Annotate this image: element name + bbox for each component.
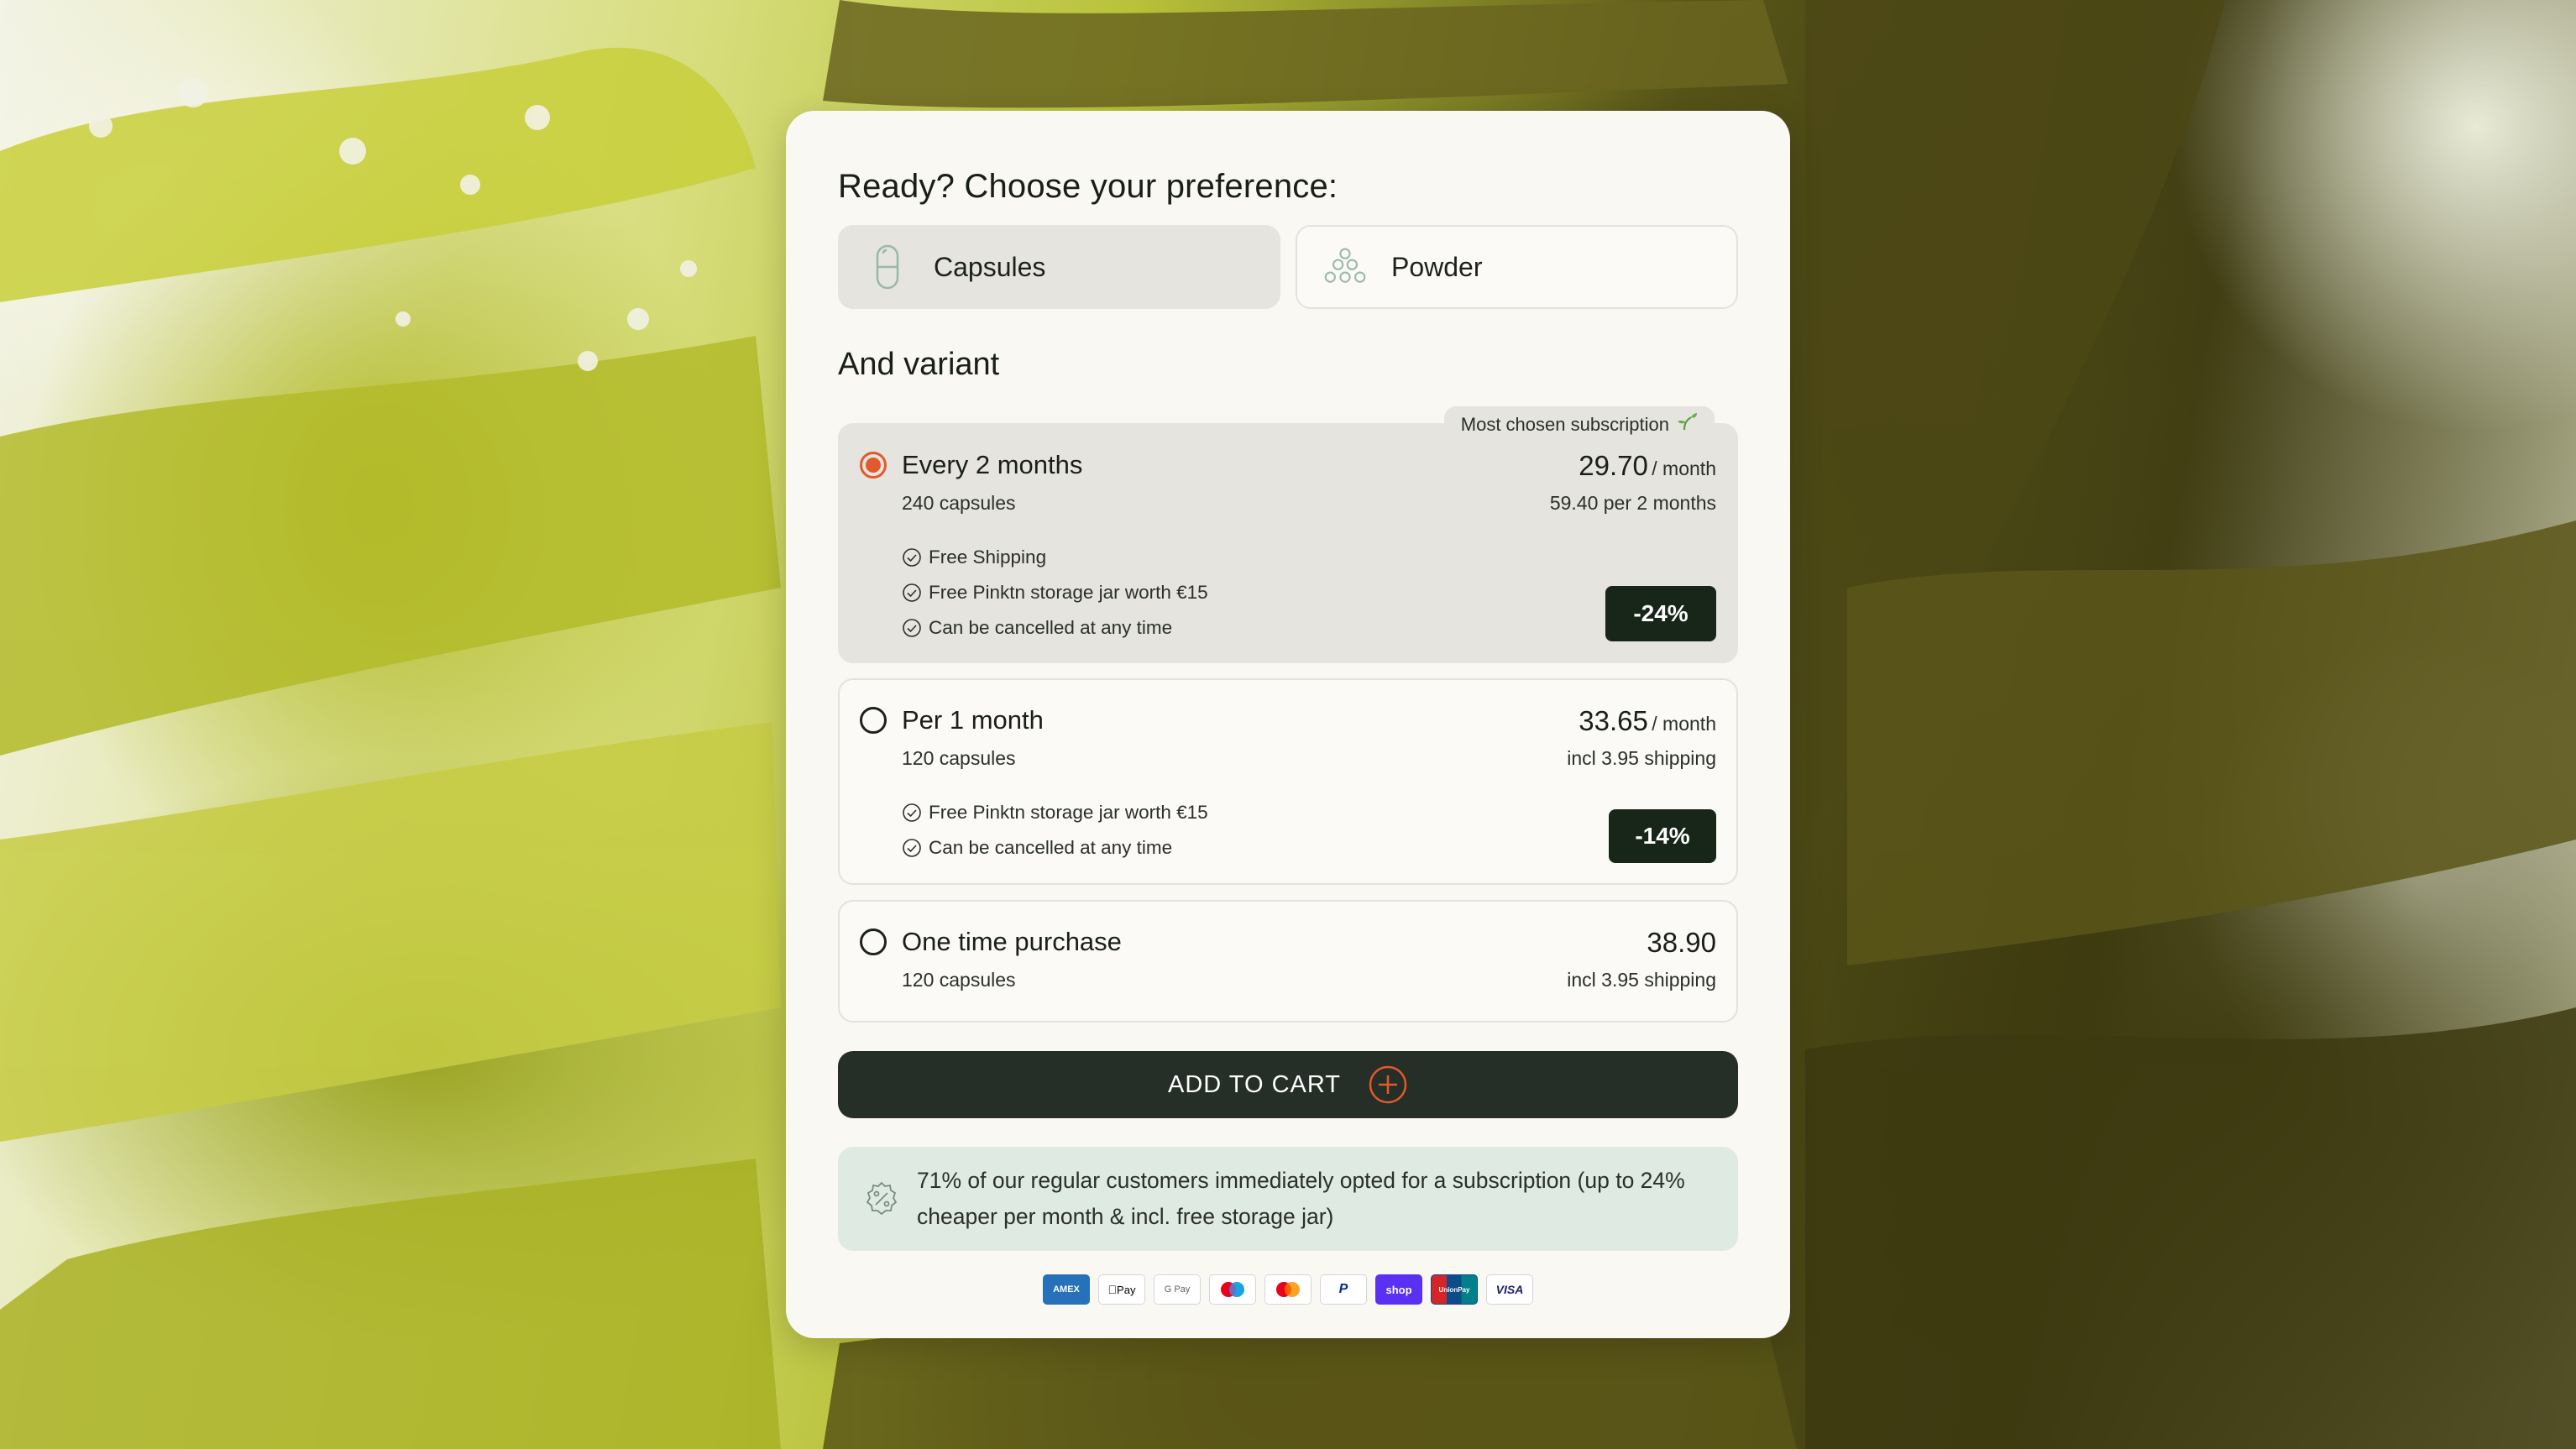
variant-option-per-1-month[interactable]: Per 1 month 33.65 / month 120 capsules i…: [838, 678, 1738, 885]
discount-badge: -24%: [1605, 586, 1716, 641]
payment-methods: AMEX Pay G Pay P shop UnionPay VISA: [838, 1274, 1738, 1305]
variant-features: Free Shipping Free Pinktn storage jar wo…: [860, 540, 1716, 646]
variant-quantity: 120 capsules: [902, 969, 1016, 991]
preference-capsules[interactable]: Capsules: [838, 225, 1280, 309]
apple-pay-icon: Pay: [1098, 1274, 1145, 1305]
mastercard-icon: [1264, 1274, 1312, 1305]
unionpay-icon: UnionPay: [1431, 1274, 1478, 1305]
variant-quantity: 120 capsules: [902, 747, 1016, 769]
paypal-icon: P: [1320, 1274, 1367, 1305]
variant-price: 33.65 / month: [1579, 705, 1716, 737]
variant-price-value: 33.65: [1579, 705, 1648, 736]
maestro-icon: [1209, 1274, 1256, 1305]
variant-title: And variant: [838, 347, 1000, 382]
variant-option-one-time[interactable]: One time purchase 38.90 120 capsules inc…: [838, 900, 1738, 1023]
feature-item: Free Pinktn storage jar worth €15: [902, 575, 1716, 610]
variant-price-value: 38.90: [1647, 927, 1716, 958]
variant-price: 38.90: [1647, 927, 1716, 959]
variant-price: 29.70 / month: [1579, 450, 1716, 482]
variant-name: Every 2 months: [902, 450, 1083, 479]
shop-pay-icon: shop: [1375, 1274, 1422, 1305]
preference-options: Capsules Powder: [838, 225, 1738, 309]
preference-powder-label: Powder: [1391, 251, 1483, 282]
feature-item: Can be cancelled at any time: [902, 830, 1716, 866]
feature-item: Free Pinktn storage jar worth €15: [902, 795, 1716, 830]
variant-name: One time purchase: [902, 927, 1122, 956]
feature-label: Free Shipping: [929, 547, 1047, 568]
google-pay-icon: G Pay: [1154, 1274, 1201, 1305]
feature-label: Free Pinktn storage jar worth €15: [929, 582, 1208, 603]
check-circle-icon: [902, 583, 922, 603]
amex-icon: AMEX: [1043, 1274, 1090, 1305]
radio-one-time[interactable]: [860, 929, 887, 955]
variant-price-sub: incl 3.95 shipping: [1567, 969, 1716, 991]
variant-option-every-2-months[interactable]: Most chosen subscription Every 2 months …: [838, 406, 1738, 663]
powder-icon: [1322, 244, 1368, 290]
check-circle-icon: [902, 803, 922, 823]
radio-per-1-month[interactable]: [860, 707, 887, 734]
add-to-cart-label: ADD TO CART: [1168, 1070, 1341, 1098]
feature-label: Can be cancelled at any time: [929, 837, 1173, 858]
subscription-info-box: 71% of our regular customers immediately…: [838, 1147, 1738, 1251]
add-to-cart-button[interactable]: ADD TO CART: [838, 1051, 1738, 1118]
feature-item: Free Shipping: [902, 540, 1716, 575]
variant-price-sub: incl 3.95 shipping: [1567, 747, 1716, 769]
variant-name: Per 1 month: [902, 705, 1044, 735]
purchase-card: Ready? Choose your preference: Capsules: [786, 111, 1790, 1338]
feature-item: Can be cancelled at any time: [902, 610, 1716, 646]
variant-quantity: 240 capsules: [902, 492, 1016, 514]
radio-every-2-months[interactable]: [860, 452, 887, 479]
sprout-icon: [1676, 406, 1698, 443]
variant-price-unit: / month: [1652, 713, 1716, 735]
capsule-icon: [865, 244, 910, 290]
check-circle-icon: [902, 547, 922, 568]
variant-price-value: 29.70: [1579, 450, 1648, 481]
check-circle-icon: [902, 838, 922, 858]
check-circle-icon: [902, 618, 922, 638]
most-chosen-tag-label: Most chosen subscription: [1460, 414, 1669, 435]
subscription-info-text: 71% of our regular customers immediately…: [917, 1168, 1685, 1229]
discount-badge: -14%: [1609, 809, 1716, 863]
visa-icon: VISA: [1486, 1274, 1533, 1305]
variant-features: Free Pinktn storage jar worth €15 Can be…: [860, 795, 1716, 866]
preference-capsules-label: Capsules: [934, 251, 1046, 282]
percent-badge-icon: [863, 1180, 900, 1217]
feature-label: Free Pinktn storage jar worth €15: [929, 802, 1208, 823]
preference-title: Ready? Choose your preference:: [838, 168, 1338, 205]
preference-powder[interactable]: Powder: [1296, 225, 1738, 309]
variant-price-sub: 59.40 per 2 months: [1549, 492, 1716, 514]
feature-label: Can be cancelled at any time: [929, 617, 1173, 638]
most-chosen-tag: Most chosen subscription: [1443, 406, 1715, 443]
variant-price-unit: / month: [1652, 458, 1716, 479]
plus-circle-icon: [1368, 1065, 1408, 1105]
